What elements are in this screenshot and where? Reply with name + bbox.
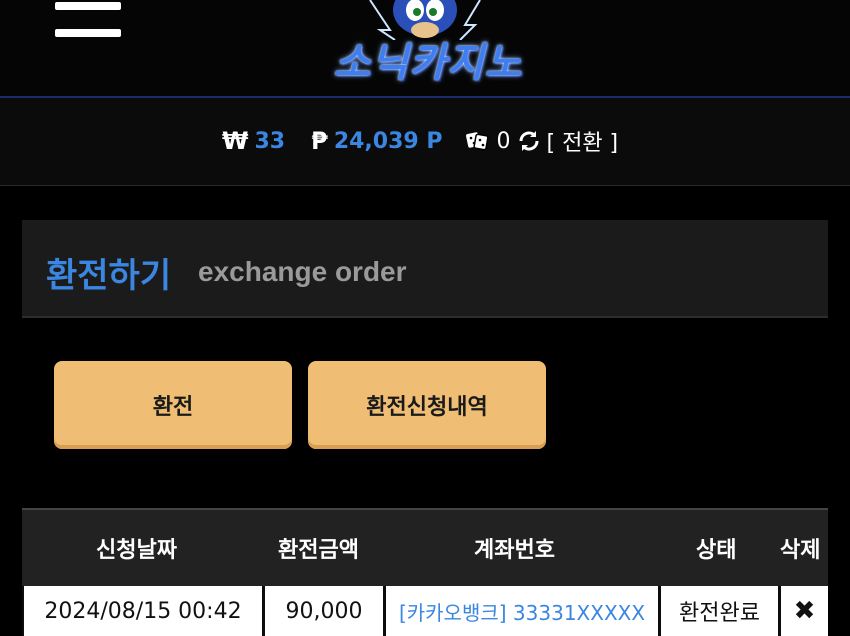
point-icon: ₱: [311, 127, 328, 155]
page-title: 환전하기: [46, 256, 172, 296]
top-bar: 소닉카지노: [0, 0, 850, 98]
cell-account[interactable]: [카카오뱅크] 33331XXXXX: [386, 586, 658, 636]
convert-button[interactable]: [ 전환 ]: [547, 125, 619, 157]
exchange-button[interactable]: 환전: [54, 361, 292, 449]
point-balance: 24,039 P: [333, 128, 443, 154]
column-header-date: 신청날짜: [96, 538, 177, 563]
balance-summary: ₩ 33 ₱ 24,039 P 0 [ 전환 ]: [222, 125, 618, 157]
column-header-amount: 환전금액: [278, 538, 359, 563]
dice-count: 0: [496, 128, 511, 154]
won-icon: ₩: [222, 127, 249, 155]
logo-text: 소닉카지노: [333, 40, 523, 86]
cell-date: 2024/08/15 00:42: [24, 586, 262, 636]
table-row: 2024/08/15 00:42 90,000 [카카오뱅크] 33331XXX…: [22, 586, 828, 636]
logo[interactable]: 소닉카지노: [300, 0, 550, 96]
delete-icon[interactable]: ✖: [781, 586, 828, 636]
exchange-history-button[interactable]: 환전신청내역: [308, 361, 546, 449]
panel-header: 환전하기 exchange order: [22, 220, 828, 318]
won-balance: 33: [254, 128, 286, 154]
cell-status: 환전완료: [661, 586, 778, 636]
exchange-table: 신청날짜 환전금액 계좌번호 상태 삭제 2024/08/15 00:42 90…: [22, 508, 828, 636]
menu-line: [55, 2, 121, 10]
menu-line: [55, 29, 121, 37]
column-header-delete: 삭제: [780, 538, 821, 563]
cell-amount: 90,000: [265, 586, 383, 636]
balance-bar: ₩ 33 ₱ 24,039 P 0 [ 전환 ]: [0, 98, 850, 186]
table-header: 신청날짜 환전금액 계좌번호 상태 삭제: [22, 508, 828, 586]
dice-icon: [465, 132, 489, 151]
column-header-status: 상태: [696, 538, 737, 563]
refresh-icon[interactable]: [517, 129, 541, 153]
page-subtitle: exchange order: [198, 256, 407, 287]
hamburger-menu-icon[interactable]: [55, 2, 121, 40]
column-header-account: 계좌번호: [474, 538, 555, 563]
